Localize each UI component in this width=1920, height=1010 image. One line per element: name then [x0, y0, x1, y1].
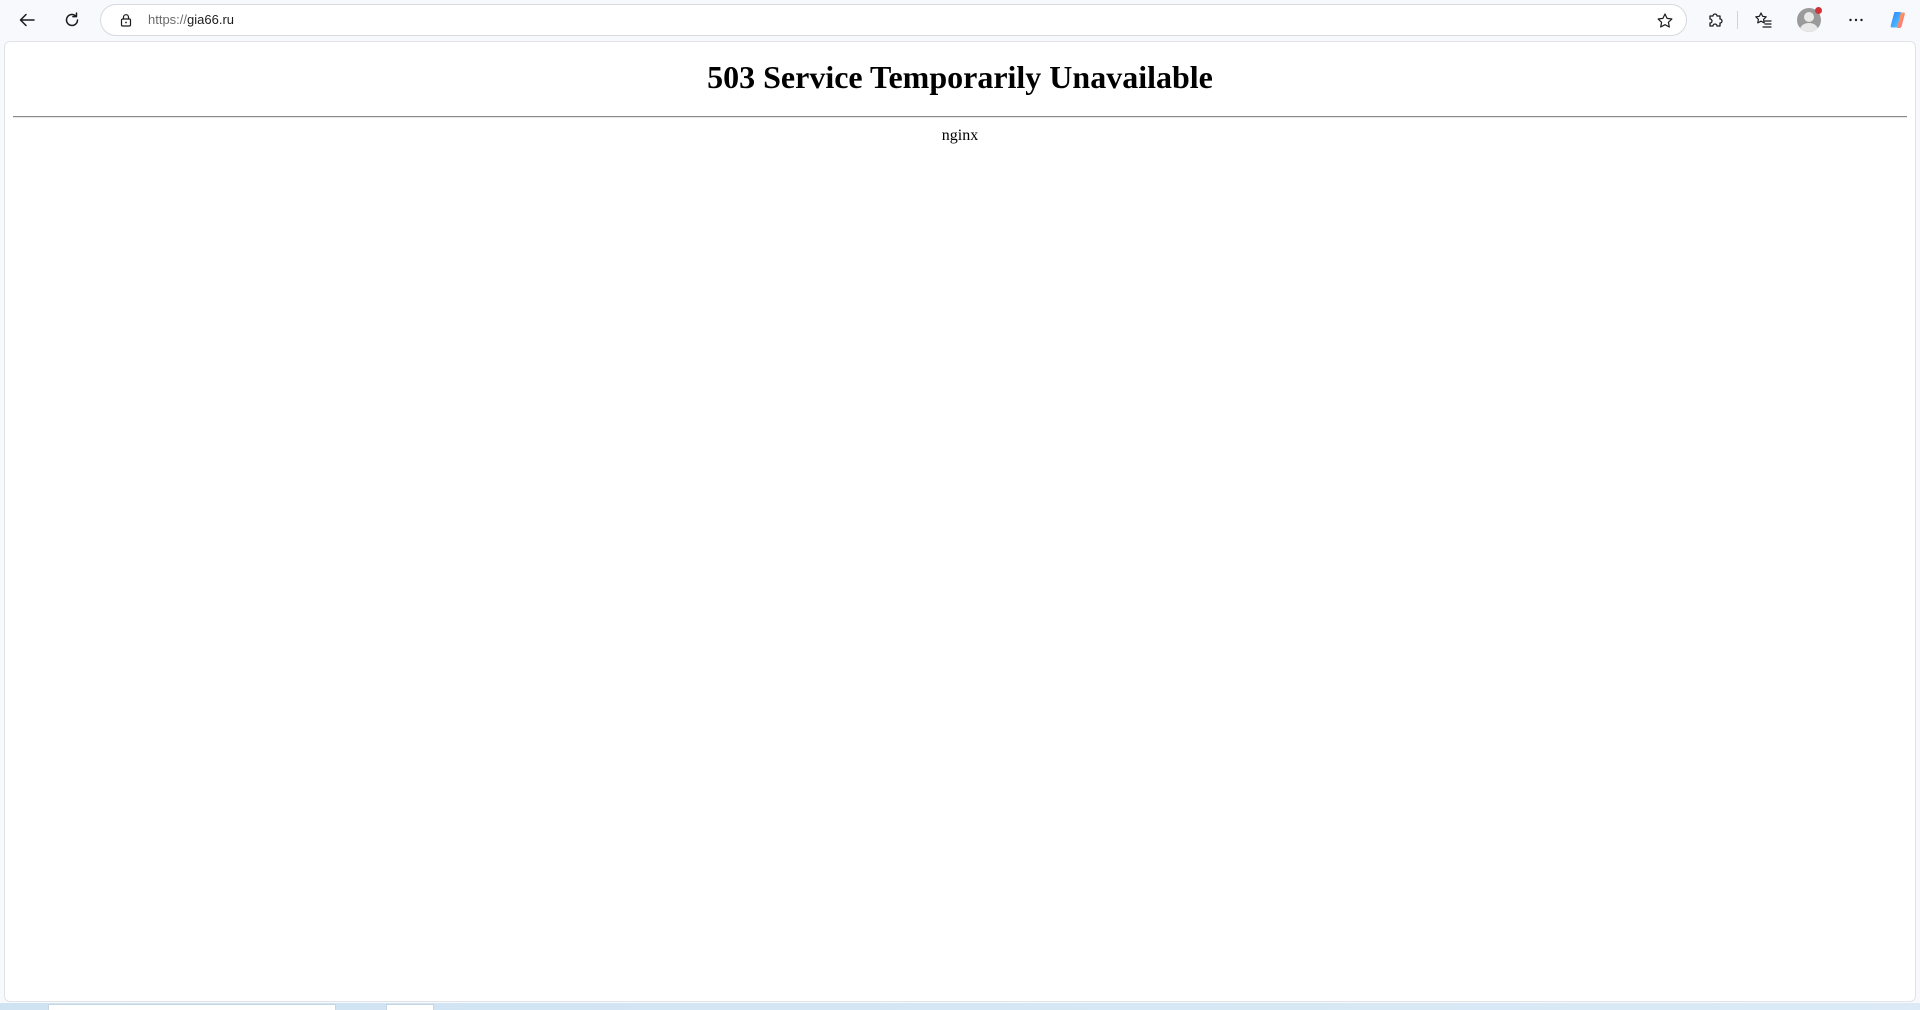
error-title: 503 Service Temporarily Unavailable	[707, 59, 1213, 95]
favorites-list-icon	[1755, 12, 1772, 28]
arrow-left-icon	[19, 13, 35, 27]
page-viewport: 503 Service Temporarily Unavailable ngin…	[4, 41, 1916, 1002]
url-text[interactable]: https://gia66.ru	[148, 12, 234, 28]
copilot-icon	[1890, 12, 1905, 28]
browser-toolbar: https://gia66.ru	[0, 0, 1920, 40]
more-options-button[interactable]	[1840, 4, 1872, 36]
bottom-tab[interactable]	[48, 1004, 336, 1010]
favorites-button[interactable]	[1747, 4, 1779, 36]
reload-icon	[65, 12, 79, 27]
error-page: 503 Service Temporarily Unavailable ngin…	[5, 42, 1915, 154]
separator	[13, 116, 1907, 118]
toolbar-divider	[1737, 11, 1738, 29]
lock-icon[interactable]	[118, 12, 134, 28]
profile-button[interactable]	[1793, 4, 1825, 36]
bottom-tab[interactable]	[386, 1004, 434, 1010]
star-icon	[1657, 13, 1673, 28]
ellipsis-icon	[1849, 18, 1863, 22]
address-bar[interactable]: https://gia66.ru	[100, 4, 1687, 36]
extensions-button[interactable]	[1699, 4, 1731, 36]
puzzle-icon	[1709, 13, 1723, 27]
url-host: gia66.ru	[187, 12, 235, 27]
server-name: nginx	[941, 127, 979, 144]
reload-button[interactable]	[56, 4, 88, 36]
add-favorite-button[interactable]	[1652, 8, 1678, 34]
copilot-button[interactable]	[1882, 4, 1914, 36]
notification-dot	[1815, 7, 1822, 14]
back-button[interactable]	[11, 4, 43, 36]
url-scheme: https://	[148, 12, 188, 27]
